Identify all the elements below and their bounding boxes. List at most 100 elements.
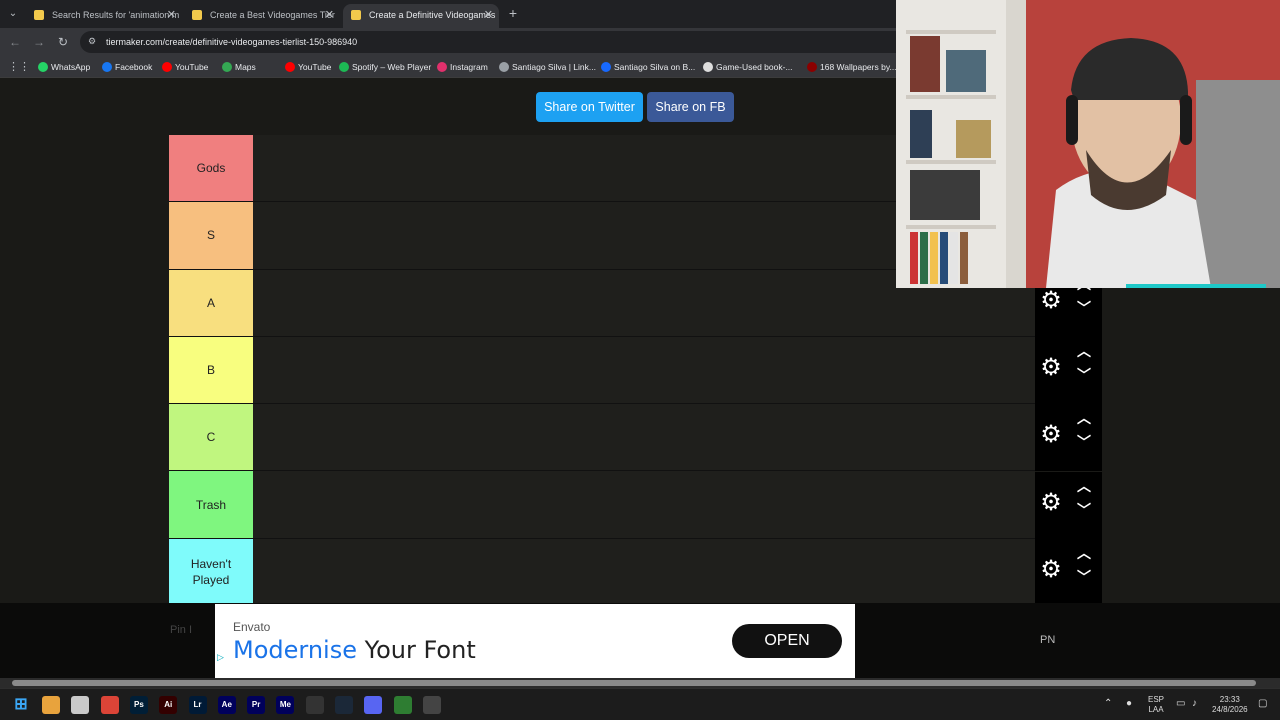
taskbar-app-icon[interactable] (100, 696, 119, 714)
tab-search-chevron-icon[interactable]: ⌄ (4, 5, 22, 23)
bookmark-item[interactable]: YouTube (162, 56, 208, 78)
tier-label[interactable]: B (169, 336, 253, 404)
tier-controls: ⚙ ︿ ﹀ (1035, 404, 1102, 472)
tray-chevron-icon[interactable]: ⌃ (1104, 699, 1112, 709)
tab-favicon-icon (351, 10, 361, 20)
bookmark-label: 168 Wallpapers by... (820, 62, 897, 72)
apps-grid-icon[interactable]: ⋮⋮ (8, 56, 30, 78)
taskbar-app-icon[interactable] (393, 696, 412, 714)
windows-start-icon[interactable]: ⊞ (12, 696, 30, 714)
volume-icon[interactable]: ♪ (1192, 699, 1197, 709)
move-down-chevron-icon[interactable]: ﹀ (1075, 502, 1093, 518)
bookmark-item[interactable]: WhatsApp (38, 56, 90, 78)
tab-title: Create a Best Videogames Tier (210, 10, 335, 20)
bookmark-favicon-icon (222, 62, 232, 72)
bookmark-item[interactable]: Spotify – Web Player (339, 56, 431, 78)
scrollbar-thumb[interactable] (12, 680, 1256, 686)
share-fb-button[interactable]: Share on FB (647, 92, 734, 122)
notifications-icon[interactable]: ▢ (1258, 699, 1267, 709)
move-up-chevron-icon[interactable]: ︿ (1075, 343, 1093, 359)
taskbar-app-icon[interactable] (71, 696, 90, 714)
taskbar-app-icon[interactable]: Lr (188, 696, 207, 714)
language-layout: LAA (1148, 705, 1164, 714)
bookmark-favicon-icon (601, 62, 611, 72)
tier-items-dropzone[interactable] (253, 336, 1035, 404)
gear-icon[interactable]: ⚙ (1040, 288, 1062, 312)
close-tab-icon[interactable]: ✕ (484, 4, 493, 26)
tier-items-dropzone[interactable] (253, 538, 1035, 606)
gear-icon[interactable]: ⚙ (1040, 355, 1062, 379)
tier-label[interactable]: A (169, 269, 253, 336)
move-down-chevron-icon[interactable]: ﹀ (1075, 367, 1093, 383)
tier-items-dropzone[interactable] (253, 471, 1035, 538)
adchoices-icon[interactable]: ▷ (217, 652, 227, 662)
bookmark-item[interactable]: Instagram (437, 56, 488, 78)
bookmark-item[interactable]: Maps (222, 56, 256, 78)
move-up-chevron-icon[interactable]: ︿ (1075, 545, 1093, 561)
browser-tab[interactable]: Create a Best Videogames Tier ✕ (184, 4, 340, 28)
ad-headline-highlight: Modernise (233, 636, 357, 664)
language-code: ESP (1148, 695, 1165, 704)
pin-hint-text: Pin I (170, 624, 193, 636)
language-indicator[interactable]: ESP LAA (1148, 695, 1164, 715)
horizontal-scrollbar[interactable] (0, 678, 1280, 688)
close-tab-icon[interactable]: ✕ (325, 4, 334, 26)
taskbar-app-icon[interactable] (305, 696, 324, 714)
move-up-chevron-icon[interactable]: ︿ (1075, 478, 1093, 494)
tab-favicon-icon (34, 10, 44, 20)
move-up-chevron-icon[interactable]: ︿ (1075, 410, 1093, 426)
back-icon[interactable]: ← (6, 33, 24, 51)
taskbar-app-icon[interactable] (422, 696, 441, 714)
tier-label[interactable]: Gods (169, 135, 253, 202)
tier-row: Haven't Played (169, 538, 1035, 607)
tier-label[interactable]: C (169, 404, 253, 471)
tab-title: Create a Definitive Videogames (369, 10, 496, 20)
bookmark-item[interactable]: Santiago Silva | Link... (499, 56, 596, 78)
move-down-chevron-icon[interactable]: ﹀ (1075, 300, 1093, 316)
forward-icon[interactable]: → (30, 33, 48, 51)
bookmark-item[interactable]: Game-Used book-... (703, 56, 793, 78)
tier-label[interactable]: S (169, 202, 253, 269)
browser-tab-active[interactable]: Create a Definitive Videogames ✕ (343, 4, 499, 28)
taskbar-app-icon[interactable] (335, 696, 353, 714)
tier-items-dropzone[interactable] (253, 404, 1035, 471)
bookmark-item[interactable]: Santiago Silva on B... (601, 56, 695, 78)
webcam-image (896, 0, 1280, 288)
tier-label[interactable]: Haven't Played (169, 538, 253, 606)
taskbar-app-icon[interactable] (42, 696, 60, 714)
tab-title: Search Results for 'animation m (52, 10, 180, 20)
taskbar-app-icon[interactable]: Ps (129, 696, 148, 714)
taskbar-app-icon[interactable] (364, 696, 383, 714)
tier-label[interactable]: Trash (169, 471, 253, 538)
taskbar-app-icon[interactable]: Ai (159, 696, 178, 714)
move-down-chevron-icon[interactable]: ﹀ (1075, 434, 1093, 450)
ad-headline-rest: Your Font (356, 636, 476, 664)
gear-icon[interactable]: ⚙ (1040, 557, 1062, 581)
bookmark-label: WhatsApp (51, 62, 91, 72)
microphone-icon[interactable]: ● (1126, 699, 1132, 709)
ad-banner[interactable]: Envato Modernise Your Font OPEN ▷ (215, 604, 855, 678)
bookmark-item[interactable]: YouTube (285, 56, 331, 78)
bookmark-favicon-icon (703, 62, 713, 72)
browser-tab[interactable]: Search Results for 'animation m ✕ (26, 4, 182, 28)
network-icon[interactable]: ▭ (1176, 699, 1185, 709)
bookmark-item[interactable]: Facebook (102, 56, 152, 78)
new-tab-icon[interactable]: + (504, 4, 522, 22)
taskbar-app-icon[interactable]: Me (276, 696, 295, 714)
close-tab-icon[interactable]: ✕ (167, 4, 176, 26)
taskbar-app-icon[interactable]: Pr (247, 696, 266, 714)
reload-icon[interactable]: ↻ (54, 33, 72, 51)
bookmark-label: Facebook (115, 62, 153, 72)
gear-icon[interactable]: ⚙ (1040, 423, 1062, 447)
webcam-overlay (896, 0, 1280, 288)
site-info-icon[interactable]: ⚙ (88, 36, 98, 46)
gear-icon[interactable]: ⚙ (1040, 490, 1062, 514)
tier-controls: ⚙ ︿ ﹀ (1035, 336, 1102, 405)
clock[interactable]: 23:33 24/8/2026 (1212, 695, 1248, 715)
move-down-chevron-icon[interactable]: ﹀ (1075, 569, 1093, 585)
taskbar-app-icon[interactable]: Ae (217, 696, 236, 714)
share-twitter-button[interactable]: Share on Twitter (536, 92, 643, 122)
bookmark-label: Spotify – Web Player (352, 62, 432, 72)
bookmark-item[interactable]: 168 Wallpapers by... (807, 56, 897, 78)
ad-open-button[interactable]: OPEN (732, 624, 842, 658)
